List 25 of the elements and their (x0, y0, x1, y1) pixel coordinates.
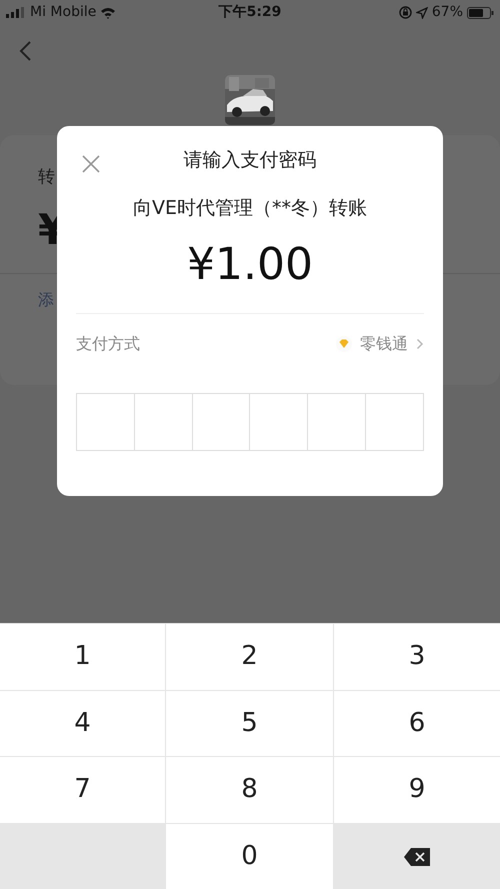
wifi-icon (100, 6, 116, 18)
digit-key[interactable]: 2 (166, 623, 334, 690)
payee-text: 向VE时代管理（**冬）转账 (132, 197, 367, 219)
signal-icon (6, 7, 26, 18)
battery-icon (467, 6, 494, 18)
backspace-key[interactable] (334, 822, 500, 889)
rotation-lock-icon (398, 6, 412, 19)
backspace-icon (403, 846, 431, 867)
dialog-title: 请输入支付密码 (184, 148, 316, 173)
payment-method-label: 支付方式 (76, 333, 140, 356)
password-field[interactable] (76, 393, 424, 452)
digit-key[interactable]: 0 (166, 822, 334, 889)
chevron-icon (416, 338, 424, 350)
digit-key[interactable]: 7 (0, 756, 166, 822)
battery-percent: 67% (432, 3, 464, 22)
digit-key[interactable]: 8 (166, 756, 334, 822)
amount-text: ¥1.00 (187, 238, 313, 290)
payment-method-selector[interactable]: 零钱通 (336, 332, 424, 356)
digit-key[interactable]: 5 (166, 690, 334, 756)
digit-key[interactable]: 4 (0, 690, 166, 756)
location-icon (416, 6, 428, 18)
digit-key[interactable]: 1 (0, 623, 166, 690)
carrier-name: Mi Mobile (30, 3, 96, 22)
transfer-label: 转 (38, 166, 56, 189)
clock-time: 下午5:29 (218, 3, 282, 22)
